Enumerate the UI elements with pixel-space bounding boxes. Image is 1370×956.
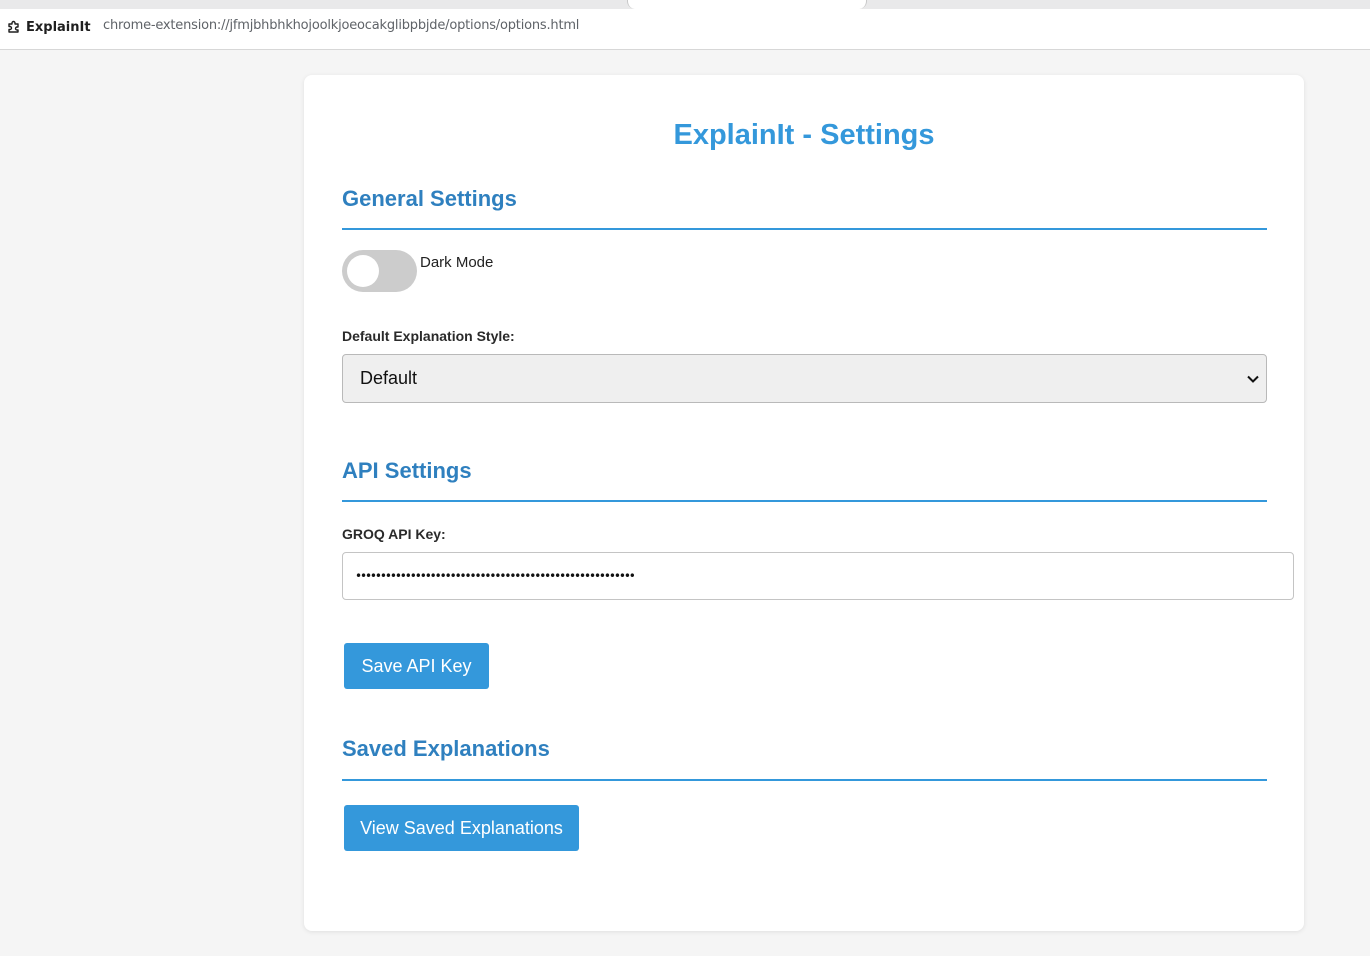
- browser-tabstrip: [0, 0, 1370, 9]
- page-title: ExplainIt - Settings: [673, 119, 935, 151]
- browser-address-bar[interactable]: ExplainIt chrome-extension://jfmjbhbhkho…: [0, 9, 1370, 50]
- explanation-style-label: Default Explanation Style:: [342, 328, 515, 344]
- api-settings-divider: [342, 500, 1267, 502]
- explanation-style-select[interactable]: Default: [342, 354, 1267, 403]
- api-key-input[interactable]: ••••••••••••••••••••••••••••••••••••••••…: [342, 552, 1294, 600]
- general-settings-divider: [342, 228, 1267, 230]
- view-saved-explanations-button[interactable]: View Saved Explanations: [344, 805, 579, 851]
- dark-mode-toggle[interactable]: [342, 250, 417, 292]
- settings-card: ExplainIt - Settings General Settings Da…: [304, 75, 1304, 931]
- saved-explanations-heading: Saved Explanations: [342, 736, 550, 761]
- chevron-down-icon: [1247, 375, 1259, 383]
- extension-chip[interactable]: ExplainIt: [7, 17, 91, 37]
- save-api-key-button[interactable]: Save API Key: [344, 643, 489, 689]
- browser-tab[interactable]: [627, 0, 867, 9]
- dark-mode-label: Dark Mode: [420, 254, 494, 271]
- explanation-style-value: Default: [360, 368, 418, 388]
- url-text[interactable]: chrome-extension://jfmjbhbhkhojoolkjoeoc…: [103, 18, 579, 33]
- saved-explanations-divider: [342, 779, 1267, 781]
- api-settings-heading: API Settings: [342, 458, 472, 483]
- extension-name: ExplainIt: [26, 19, 91, 35]
- api-key-label: GROQ API Key:: [342, 526, 446, 542]
- toggle-knob: [347, 255, 379, 287]
- general-settings-heading: General Settings: [342, 186, 517, 211]
- puzzle-icon: [8, 20, 19, 33]
